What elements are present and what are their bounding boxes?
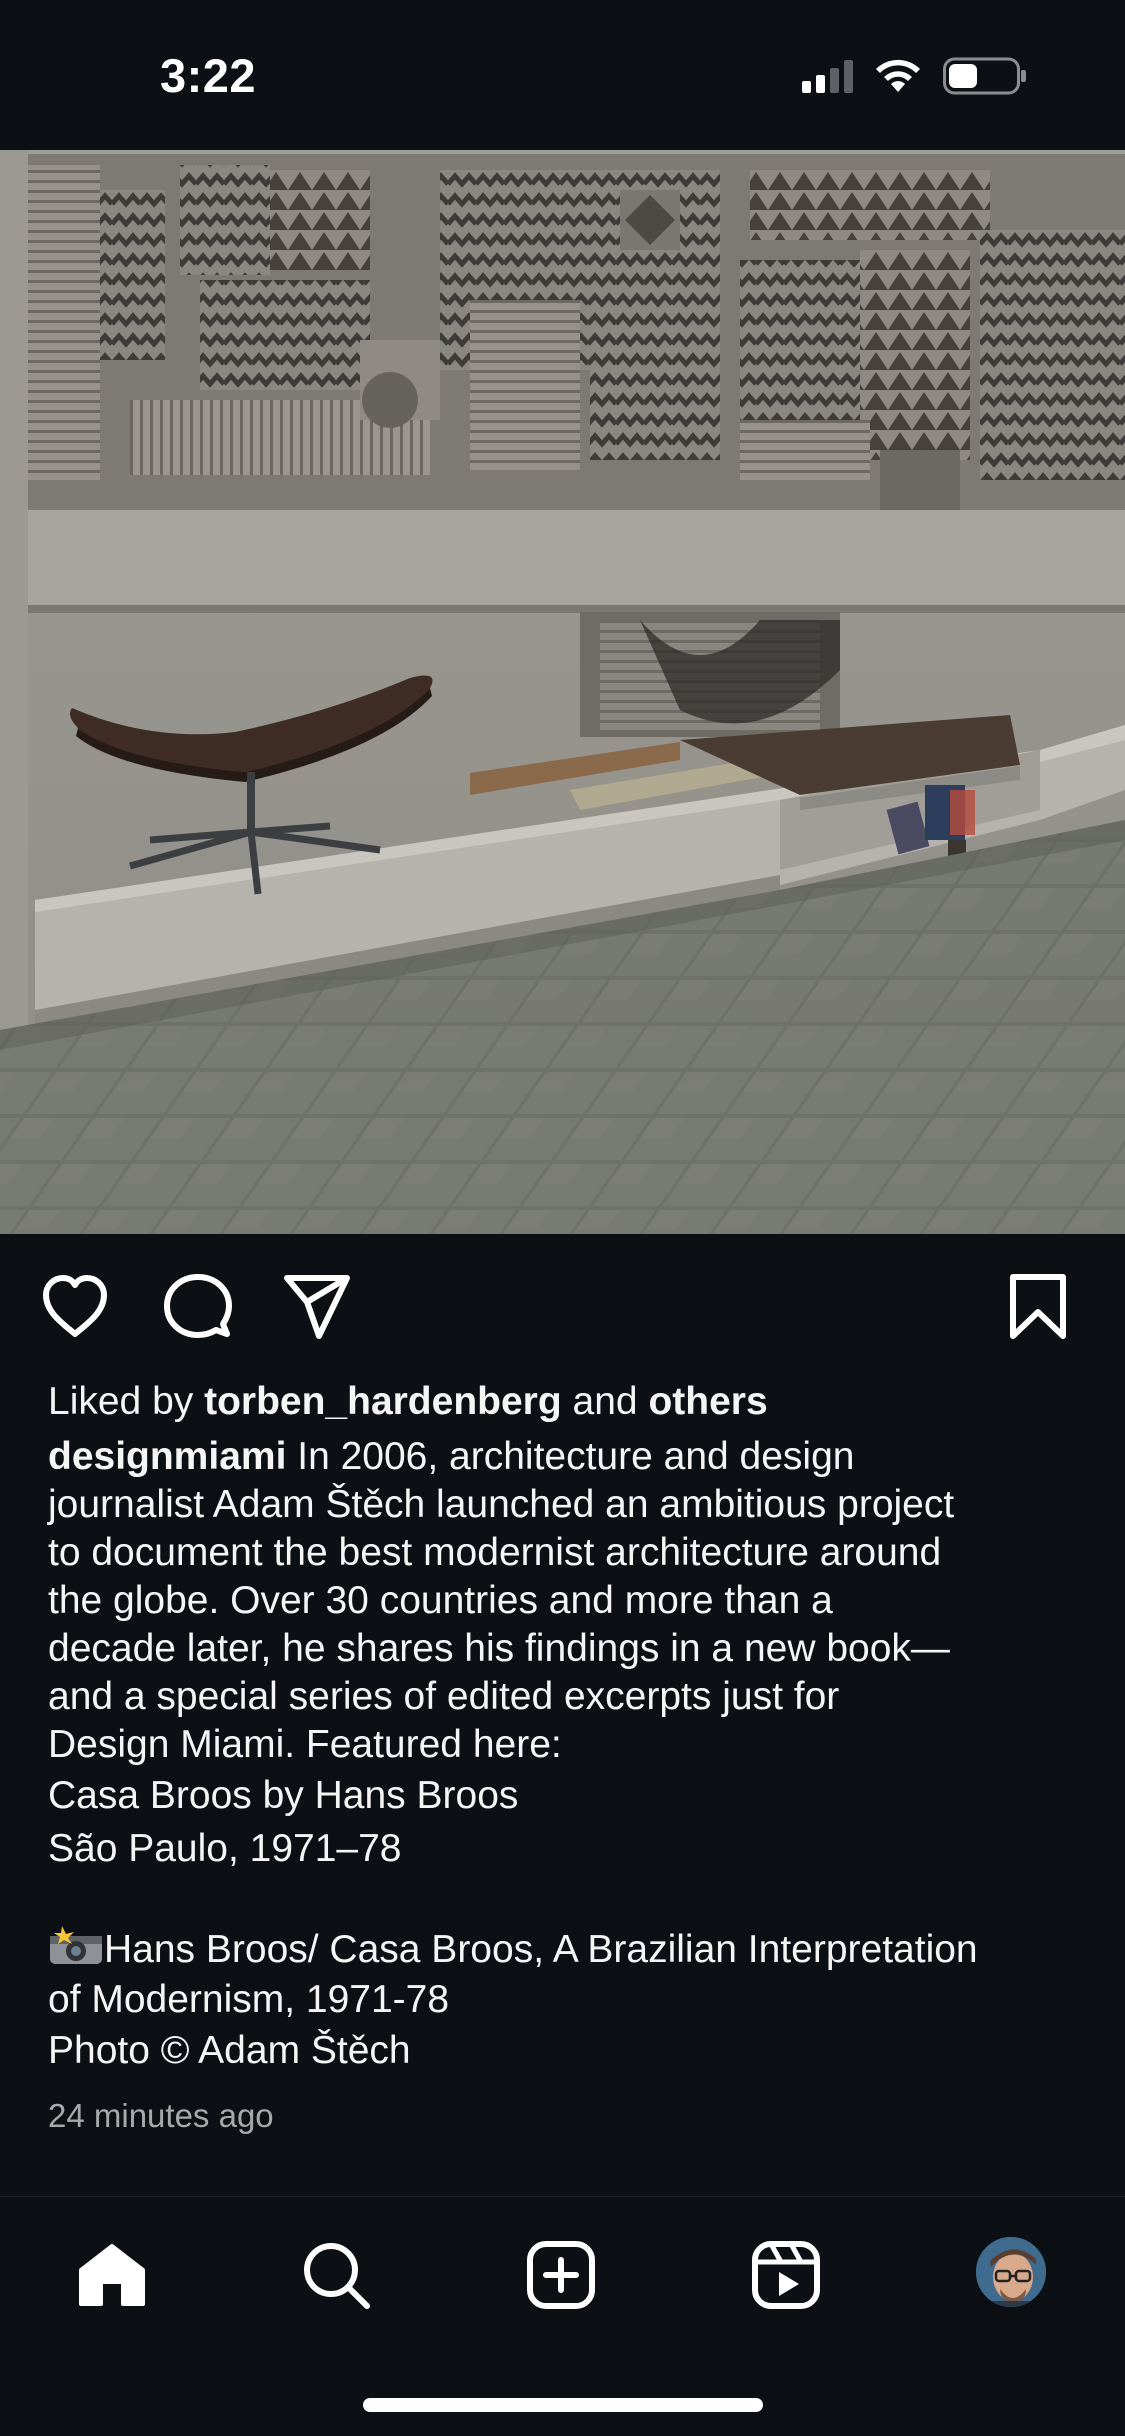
caption-line-11: of Modernism, 1971-78 — [48, 1978, 450, 2021]
search-icon — [304, 2243, 370, 2309]
caption-line-6: and a special series of edited excerpts … — [48, 1675, 840, 1718]
camera-flash-emoji — [50, 1926, 102, 1964]
caption-line-4: the globe. Over 30 countries and more th… — [48, 1579, 833, 1622]
profile-avatar[interactable] — [974, 2235, 1048, 2309]
caption-line-10: Hans Broos/ Casa Broos, A Brazilian Inte… — [104, 1928, 978, 1971]
caption-line-2: journalist Adam Štěch launched an ambiti… — [48, 1483, 955, 1526]
plus-square-icon — [527, 2241, 595, 2309]
tab-create[interactable] — [521, 2235, 601, 2315]
tab-home[interactable] — [72, 2235, 152, 2315]
post-caption: designmiami In 2006, architecture and de… — [48, 1433, 1088, 2077]
reels-icon — [752, 2241, 820, 2309]
bookmark-icon[interactable] — [1003, 1272, 1073, 1342]
likes-conjunction: and — [572, 1380, 638, 1423]
caption-username[interactable]: designmiami — [48, 1435, 286, 1478]
likes-others-link[interactable]: others — [648, 1380, 767, 1423]
bottom-tab-bar — [0, 2196, 1125, 2436]
comment-icon[interactable] — [163, 1272, 233, 1342]
heart-icon[interactable] — [40, 1272, 110, 1342]
caption-line-1: In 2006, architecture and design — [297, 1435, 855, 1478]
caption-line-3: to document the best modernist architect… — [48, 1531, 942, 1574]
tab-reels[interactable] — [746, 2235, 826, 2315]
caption-line-8: Casa Broos by Hans Broos — [48, 1774, 519, 1817]
likes-prefix: Liked by — [48, 1380, 194, 1423]
wifi-icon — [876, 59, 920, 92]
post-action-bar — [0, 1262, 1125, 1350]
caption-line-7: Design Miami. Featured here: — [48, 1723, 562, 1766]
cellular-signal-icon — [802, 59, 853, 93]
home-indicator[interactable] — [363, 2398, 763, 2412]
caption-line-12: Photo © Adam Štěch — [48, 2029, 411, 2072]
caption-line-9: São Paulo, 1971–78 — [48, 1827, 402, 1870]
post-photo-illustration — [0, 150, 1125, 1234]
profile-photo — [976, 2237, 1046, 2307]
status-time: 3:22 — [160, 49, 257, 102]
home-icon — [79, 2244, 145, 2306]
post-image[interactable] — [0, 150, 1125, 1234]
tab-search[interactable] — [296, 2235, 376, 2315]
likes-line: Liked by torben_hardenberg and others — [48, 1375, 1088, 1429]
post-caption-area: Liked by torben_hardenberg and others de… — [48, 1375, 1088, 2135]
battery-icon — [943, 57, 1026, 95]
instagram-post-screen: 3:22 Liked by torben_hardenberg and othe… — [0, 0, 1125, 2436]
post-timestamp: 24 minutes ago — [48, 2097, 274, 2134]
status-bar: 3:22 — [0, 0, 1125, 150]
status-icons — [802, 54, 1027, 98]
paper-plane-icon[interactable] — [283, 1272, 353, 1342]
liked-by-username[interactable]: torben_hardenberg — [204, 1380, 562, 1423]
caption-line-5: decade later, he shares his findings in … — [48, 1627, 950, 1670]
